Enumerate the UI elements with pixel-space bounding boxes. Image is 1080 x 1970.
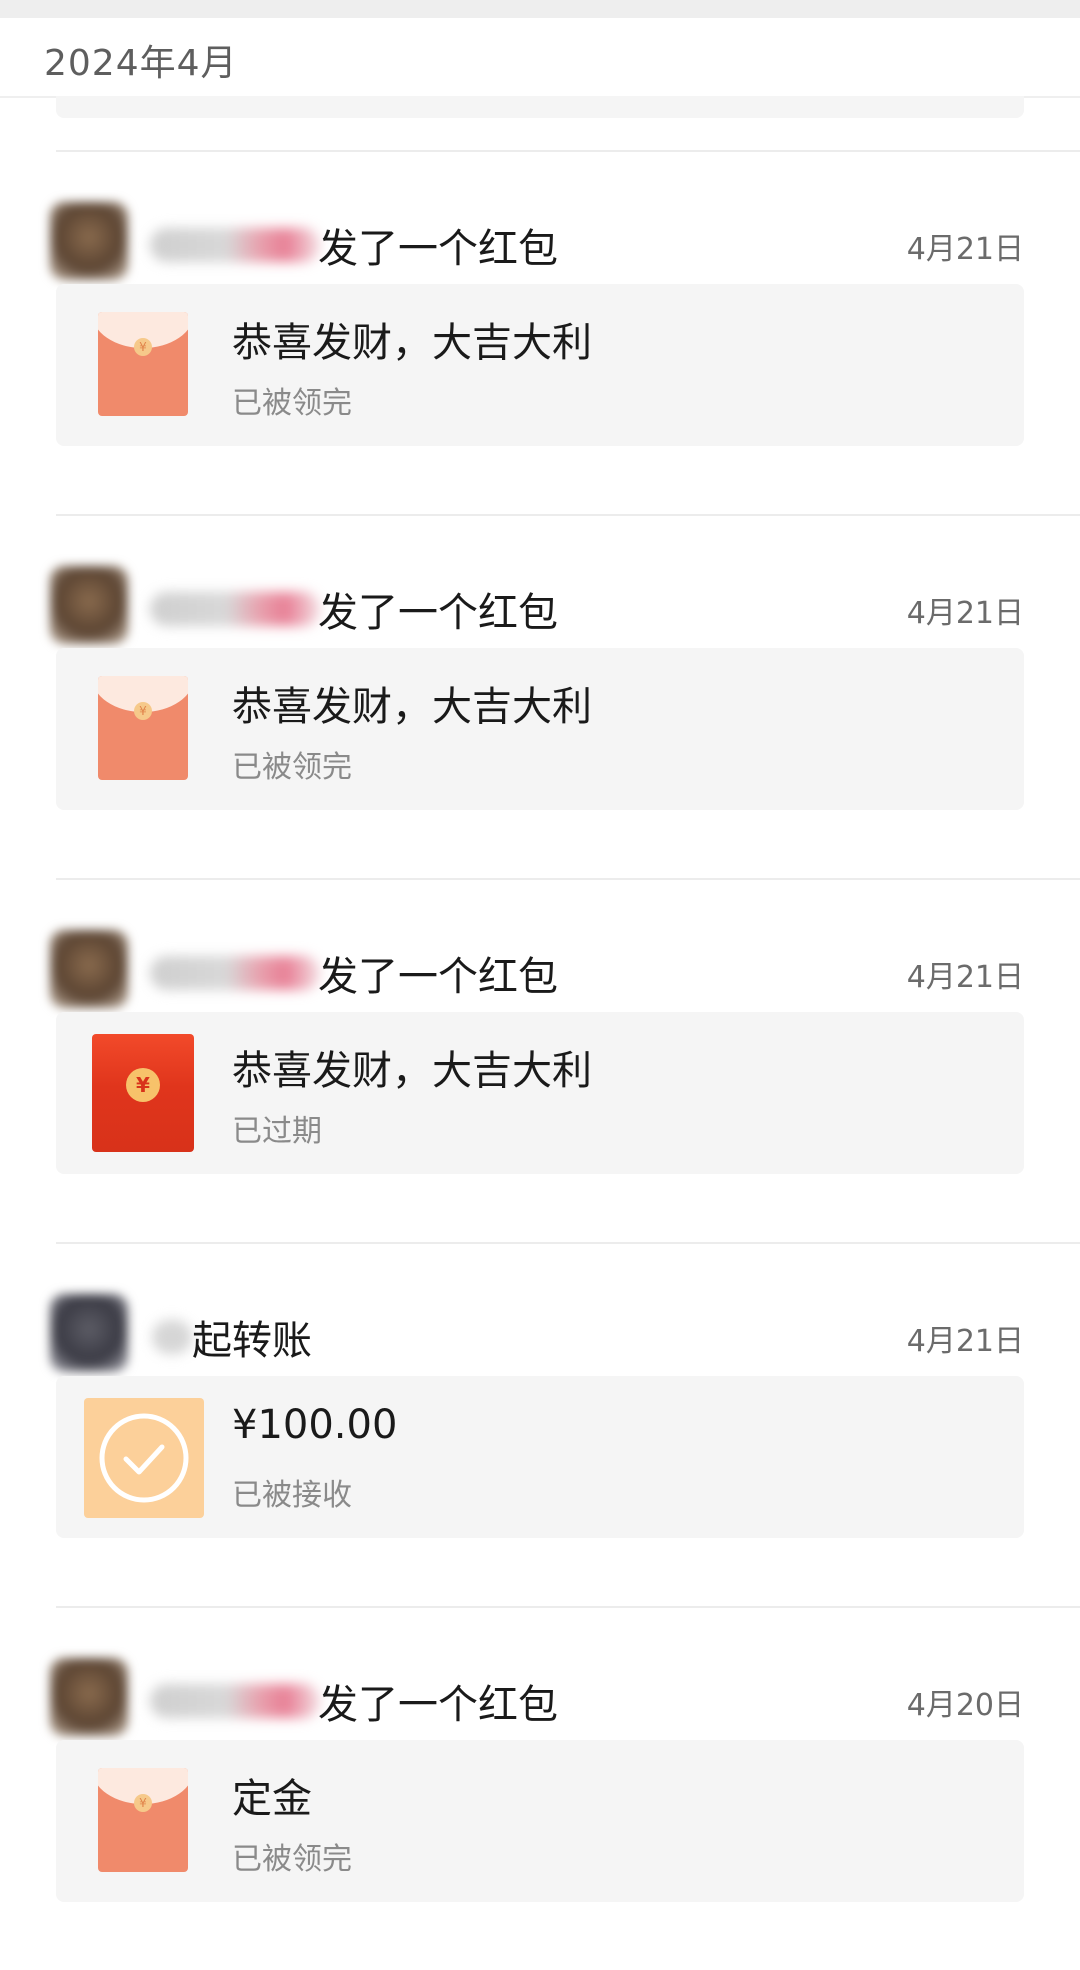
red-envelope-card[interactable]: ¥ 恭喜发财，大吉大利 已被领完 [56, 284, 1024, 446]
card-status: 已被领完 [232, 1842, 352, 1877]
yuan-coin-icon: ¥ [134, 1794, 152, 1812]
entry-header: 发了一个红包 4月21日 [0, 546, 1080, 646]
entry-date: 4月21日 [906, 1324, 1024, 1359]
list-item[interactable]: 发了一个红包 4月21日 ¥ 恭喜发财，大吉大利 已过期 [50, 878, 1080, 1242]
transfer-card[interactable]: ¥100.00 已被接收 [56, 1376, 1024, 1538]
red-envelope-icon: ¥ [98, 676, 188, 780]
entry-action-text: 起转账 [192, 1318, 312, 1364]
card-title: 恭喜发财，大吉大利 [232, 1048, 592, 1094]
entry-header: 发了一个红包 4月20日 [0, 1638, 1080, 1738]
yuan-coin-icon: ¥ [126, 1068, 160, 1102]
card-title: 恭喜发财，大吉大利 [232, 684, 592, 730]
red-envelope-icon: ¥ [98, 312, 188, 416]
card-status: 已被接收 [232, 1478, 352, 1513]
entry-date: 4月21日 [906, 232, 1024, 267]
month-label: 2024年4月 [44, 43, 238, 84]
list-item[interactable]: 发了一个红包 4月21日 ¥ 恭喜发财，大吉大利 已被领完 [50, 150, 1080, 514]
entry-action-text: 发了一个红包 [318, 226, 558, 272]
list-item[interactable]: 发了一个红包 4月21日 ¥ 恭喜发财，大吉大利 已被领完 [50, 514, 1080, 878]
check-circle-icon [99, 1413, 189, 1503]
entry-date: 4月21日 [906, 960, 1024, 995]
entry-date: 4月20日 [906, 1688, 1024, 1723]
sender-name-redacted [150, 956, 320, 990]
sender-name-redacted [150, 1684, 320, 1718]
entry-action-text: 发了一个红包 [318, 954, 558, 1000]
entry-header: 起转账 4月21日 [0, 1274, 1080, 1374]
previous-card-tail [56, 96, 1024, 118]
status-bar-strip [0, 0, 1080, 18]
entry-date: 4月21日 [906, 596, 1024, 631]
red-envelope-card[interactable]: ¥ 定金 已被领完 [56, 1740, 1024, 1902]
list-item[interactable]: 发了一个红包 4月20日 ¥ 定金 已被领完 [50, 1606, 1080, 1970]
sender-name-redacted [152, 1320, 192, 1354]
entry-action-text: 发了一个红包 [318, 1682, 558, 1728]
entry-action-text: 发了一个红包 [318, 590, 558, 636]
entry-header: 发了一个红包 4月21日 [0, 910, 1080, 1010]
avatar[interactable] [50, 1658, 128, 1736]
transfer-check-icon [84, 1398, 204, 1518]
red-envelope-icon: ¥ [98, 1768, 188, 1872]
entry-header: 发了一个红包 4月21日 [0, 182, 1080, 282]
card-status: 已被领完 [232, 386, 352, 421]
yuan-coin-icon: ¥ [134, 702, 152, 720]
avatar[interactable] [50, 202, 128, 280]
red-envelope-card[interactable]: ¥ 恭喜发财，大吉大利 已过期 [56, 1012, 1024, 1174]
card-title: 恭喜发财，大吉大利 [232, 320, 592, 366]
transaction-feed: 发了一个红包 4月21日 ¥ 恭喜发财，大吉大利 已被领完 发了一个红包 4月2… [0, 150, 1080, 1970]
card-title: 定金 [232, 1776, 312, 1822]
red-envelope-icon: ¥ [92, 1034, 194, 1152]
avatar[interactable] [50, 566, 128, 644]
avatar[interactable] [50, 1294, 128, 1372]
card-status: 已被领完 [232, 750, 352, 785]
sender-name-redacted [150, 592, 320, 626]
card-status: 已过期 [232, 1114, 322, 1149]
list-item[interactable]: 起转账 4月21日 ¥100.00 已被接收 [50, 1242, 1080, 1606]
transfer-amount: ¥100.00 [232, 1402, 398, 1448]
avatar[interactable] [50, 930, 128, 1008]
red-envelope-card[interactable]: ¥ 恭喜发财，大吉大利 已被领完 [56, 648, 1024, 810]
yuan-coin-icon: ¥ [134, 338, 152, 356]
month-section-header: 2024年4月 [0, 18, 1080, 98]
sender-name-redacted [150, 228, 320, 262]
